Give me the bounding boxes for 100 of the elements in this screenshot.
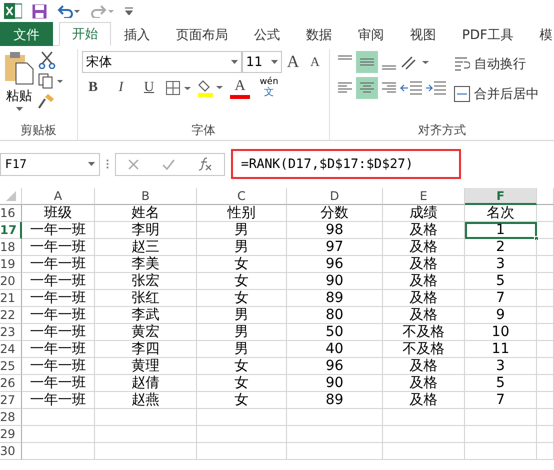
- select-all-corner[interactable]: [0, 188, 22, 205]
- empty-cell[interactable]: [287, 426, 383, 443]
- empty-cell[interactable]: [537, 324, 554, 341]
- table-cell[interactable]: 98: [287, 222, 383, 239]
- table-cell[interactable]: 女: [197, 375, 287, 392]
- empty-cell[interactable]: [383, 426, 465, 443]
- empty-cell[interactable]: [95, 409, 197, 426]
- table-cell[interactable]: 及格: [383, 375, 465, 392]
- paste-button[interactable]: 粘贴: [4, 51, 34, 120]
- table-cell[interactable]: 9: [465, 307, 537, 324]
- undo-icon[interactable]: [57, 4, 81, 18]
- table-cell[interactable]: 5: [465, 375, 537, 392]
- table-cell[interactable]: 一年一班: [22, 273, 95, 290]
- table-cell[interactable]: 女: [197, 392, 287, 409]
- merge-center-button[interactable]: 合并后居中: [454, 85, 539, 103]
- table-cell[interactable]: 李美: [95, 256, 197, 273]
- empty-cell[interactable]: [197, 409, 287, 426]
- table-cell[interactable]: 赵三: [95, 239, 197, 256]
- font-name-dropdown[interactable]: 宋体: [82, 51, 242, 73]
- table-cell[interactable]: 张红: [95, 290, 197, 307]
- table-cell[interactable]: 不及格: [383, 324, 465, 341]
- table-cell[interactable]: 一年一班: [22, 239, 95, 256]
- row-header[interactable]: 26: [0, 375, 22, 392]
- column-header[interactable]: F: [465, 188, 537, 205]
- table-cell[interactable]: 一年一班: [22, 358, 95, 375]
- empty-cell[interactable]: [537, 222, 554, 239]
- file-tab[interactable]: 文件: [0, 22, 53, 46]
- copy-icon[interactable]: [38, 73, 64, 89]
- table-cell[interactable]: 男: [197, 239, 287, 256]
- empty-cell[interactable]: [537, 443, 554, 460]
- table-cell[interactable]: 及格: [383, 256, 465, 273]
- row-header[interactable]: 17: [0, 222, 22, 239]
- row-header[interactable]: 27: [0, 392, 22, 409]
- table-cell[interactable]: 黄宏: [95, 324, 197, 341]
- table-cell[interactable]: 90: [287, 375, 383, 392]
- column-header[interactable]: C: [197, 188, 287, 205]
- empty-cell[interactable]: [537, 239, 554, 256]
- empty-cell[interactable]: [383, 443, 465, 460]
- empty-cell[interactable]: [95, 426, 197, 443]
- table-cell[interactable]: 80: [287, 307, 383, 324]
- table-cell[interactable]: 班级: [22, 205, 95, 222]
- empty-cell[interactable]: [197, 443, 287, 460]
- row-header[interactable]: 30: [0, 443, 22, 460]
- table-cell[interactable]: 7: [465, 290, 537, 307]
- table-cell[interactable]: 李四: [95, 341, 197, 358]
- table-cell[interactable]: 女: [197, 256, 287, 273]
- row-header[interactable]: 19: [0, 256, 22, 273]
- row-header[interactable]: 29: [0, 426, 22, 443]
- redo-icon[interactable]: [91, 4, 115, 18]
- underline-button[interactable]: U: [138, 77, 160, 99]
- fill-color-icon[interactable]: [198, 79, 224, 97]
- empty-cell[interactable]: [22, 426, 95, 443]
- empty-cell[interactable]: [537, 205, 554, 222]
- table-cell[interactable]: 女: [197, 290, 287, 307]
- empty-cell[interactable]: [95, 443, 197, 460]
- empty-cell[interactable]: [537, 409, 554, 426]
- phonetic-button[interactable]: wén 文: [256, 77, 282, 99]
- empty-cell[interactable]: [537, 273, 554, 290]
- row-header[interactable]: 22: [0, 307, 22, 324]
- column-header[interactable]: E: [383, 188, 465, 205]
- table-cell[interactable]: 男: [197, 307, 287, 324]
- table-cell[interactable]: 李明: [95, 222, 197, 239]
- table-cell[interactable]: 3: [465, 358, 537, 375]
- table-cell[interactable]: 一年一班: [22, 222, 95, 239]
- active-cell[interactable]: 1: [465, 222, 537, 239]
- empty-cell[interactable]: [465, 409, 537, 426]
- table-cell[interactable]: 男: [197, 222, 287, 239]
- empty-cell[interactable]: [537, 375, 554, 392]
- empty-cell[interactable]: [287, 443, 383, 460]
- table-cell[interactable]: 赵倩: [95, 375, 197, 392]
- table-cell[interactable]: 李武: [95, 307, 197, 324]
- function-icon[interactable]: [198, 157, 212, 171]
- close-icon[interactable]: [128, 158, 139, 170]
- column-header[interactable]: [537, 188, 554, 205]
- horizontal-align-button[interactable]: [356, 77, 378, 99]
- formula-field[interactable]: =RANK(D17,$D$17:$D$27): [231, 149, 461, 179]
- row-header[interactable]: 18: [0, 239, 22, 256]
- vertical-align-button[interactable]: [356, 51, 378, 73]
- name-box[interactable]: F17: [0, 152, 100, 176]
- table-cell[interactable]: 3: [465, 256, 537, 273]
- table-cell[interactable]: 40: [287, 341, 383, 358]
- empty-cell[interactable]: [383, 409, 465, 426]
- table-cell[interactable]: 89: [287, 392, 383, 409]
- row-header[interactable]: 20: [0, 273, 22, 290]
- table-cell[interactable]: 一年一班: [22, 324, 95, 341]
- table-cell[interactable]: 90: [287, 273, 383, 290]
- borders-icon[interactable]: [166, 81, 192, 95]
- empty-cell[interactable]: [465, 426, 537, 443]
- table-cell[interactable]: 11: [465, 341, 537, 358]
- table-cell[interactable]: 及格: [383, 239, 465, 256]
- spreadsheet-logo-icon[interactable]: [4, 3, 22, 19]
- table-cell[interactable]: 性别: [197, 205, 287, 222]
- table-cell[interactable]: 女: [197, 273, 287, 290]
- table-cell[interactable]: 50: [287, 324, 383, 341]
- table-cell[interactable]: 女: [197, 358, 287, 375]
- table-cell[interactable]: 及格: [383, 222, 465, 239]
- table-cell[interactable]: 97: [287, 239, 383, 256]
- table-cell[interactable]: 成绩: [383, 205, 465, 222]
- empty-cell[interactable]: [537, 426, 554, 443]
- customize-caret-icon[interactable]: [125, 7, 133, 15]
